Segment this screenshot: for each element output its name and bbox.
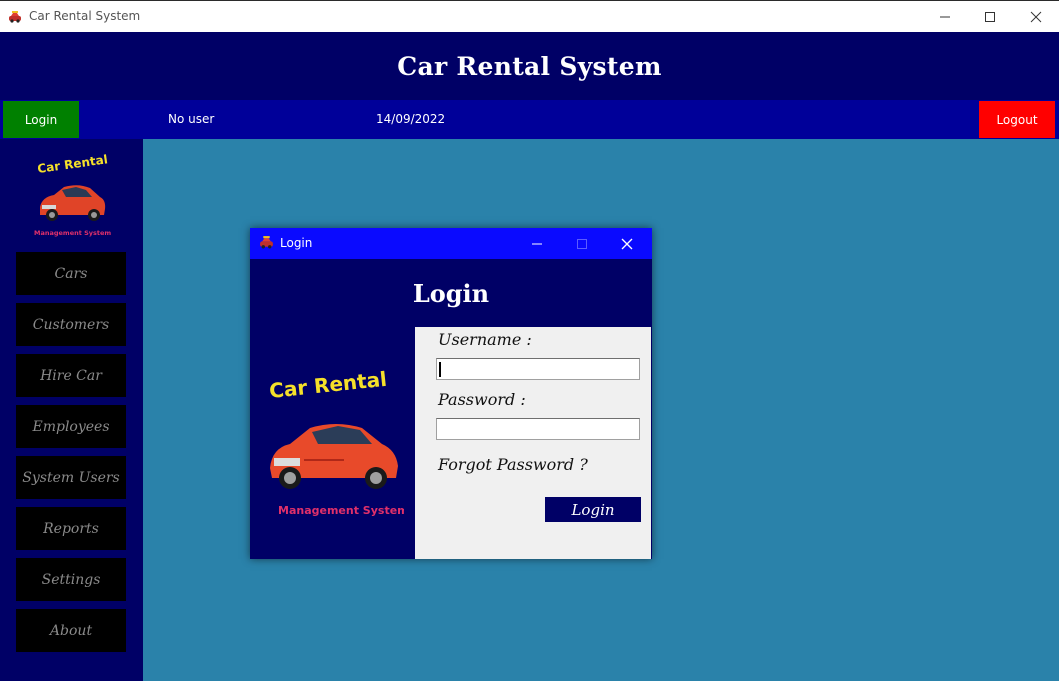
- minimize-icon: [940, 16, 950, 17]
- dialog-close-button[interactable]: [612, 228, 642, 259]
- text-caret: [439, 362, 441, 377]
- close-icon: [1030, 11, 1042, 22]
- logo-subtext: Management System: [278, 504, 404, 517]
- username-field[interactable]: [436, 358, 640, 380]
- dialog-login-button[interactable]: Login: [545, 497, 641, 522]
- login-button[interactable]: Login: [3, 101, 79, 138]
- sidebar-item-reports[interactable]: Reports: [16, 507, 126, 550]
- maximize-button[interactable]: [967, 1, 1013, 32]
- logo-subtext: Management System: [34, 229, 111, 237]
- sidebar-item-settings[interactable]: Settings: [16, 558, 126, 601]
- login-form: Username : Password : Forgot Password ? …: [415, 327, 651, 559]
- current-user-label: No user: [168, 112, 215, 126]
- sidebar-item-cars[interactable]: Cars: [16, 252, 126, 295]
- car-logo-image: Car Rental Management System: [34, 152, 111, 237]
- sidebar-item-system-users[interactable]: System Users: [16, 456, 126, 499]
- logo-text: Car Rental: [268, 367, 388, 403]
- page-title: Car Rental System: [397, 51, 662, 81]
- close-button[interactable]: [1013, 1, 1059, 32]
- sidebar-item-customers[interactable]: Customers: [16, 303, 126, 346]
- window-titlebar: Car Rental System: [0, 0, 1059, 32]
- dialog-title: Login: [280, 236, 313, 250]
- logo-text: Car Rental: [36, 153, 108, 176]
- sidebar-item-about[interactable]: About: [16, 609, 126, 652]
- password-field[interactable]: [436, 418, 640, 440]
- username-label: Username :: [438, 330, 532, 349]
- window-title: Car Rental System: [29, 9, 141, 23]
- date-label: 14/09/2022: [376, 112, 446, 126]
- login-dialog: Login Login Car Rental Management System…: [250, 228, 652, 559]
- sidebar-item-hire-car[interactable]: Hire Car: [16, 354, 126, 397]
- car-icon: [259, 235, 274, 254]
- dialog-minimize-button[interactable]: [522, 228, 552, 259]
- app-header: Car Rental System: [0, 32, 1059, 100]
- status-bar: [0, 100, 1059, 139]
- dialog-heading: Login: [412, 278, 490, 308]
- password-label: Password :: [438, 390, 526, 409]
- sidebar-item-employees[interactable]: Employees: [16, 405, 126, 448]
- dialog-logo: Car Rental Management System: [264, 364, 409, 524]
- logo: Car Rental Management System: [28, 152, 114, 239]
- dialog-maximize-button: [567, 228, 597, 259]
- maximize-icon: [985, 11, 995, 22]
- maximize-icon: [577, 238, 587, 249]
- minimize-button[interactable]: [922, 1, 968, 32]
- dialog-header: Login: [250, 259, 652, 327]
- forgot-password-link[interactable]: Forgot Password ?: [438, 455, 588, 474]
- minimize-icon: [532, 243, 542, 244]
- logout-button[interactable]: Logout: [979, 101, 1055, 138]
- car-logo-image: Car Rental Management System: [268, 367, 409, 517]
- car-icon: [8, 9, 22, 23]
- close-icon: [621, 238, 633, 249]
- dialog-titlebar: Login: [250, 228, 652, 259]
